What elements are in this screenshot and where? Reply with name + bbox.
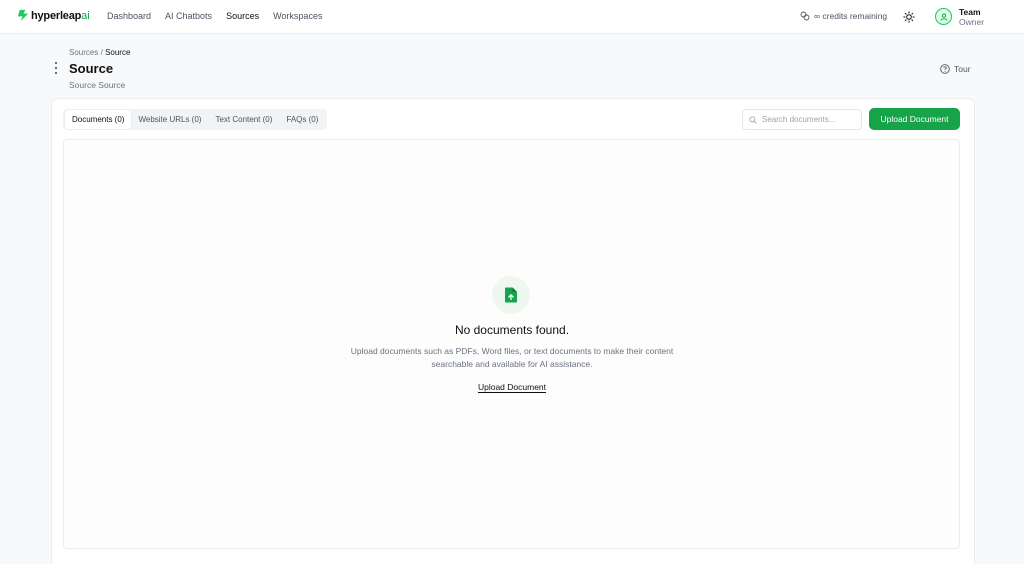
- page-title: Source: [69, 61, 114, 76]
- tab-website-urls[interactable]: Website URLs (0): [131, 110, 208, 129]
- top-navbar: hyperleap ai Dashboard AI Chatbots Source…: [0, 0, 1024, 34]
- brand-suffix: ai: [81, 9, 90, 22]
- tour-button[interactable]: Tour: [940, 64, 971, 74]
- hyperleap-logo-icon: [17, 9, 29, 22]
- user-role: Owner: [959, 17, 985, 27]
- tab-text-content[interactable]: Text Content (0): [208, 110, 279, 129]
- brand-logo[interactable]: hyperleap ai: [17, 9, 90, 22]
- coins-icon: [800, 11, 810, 21]
- empty-state-action: Upload Document: [0, 382, 1024, 392]
- search-input[interactable]: [762, 115, 857, 124]
- credits-indicator[interactable]: ∞ credits remaining: [800, 11, 887, 21]
- sun-icon[interactable]: [903, 11, 915, 23]
- search-box: [742, 109, 862, 130]
- empty-state-upload-link[interactable]: Upload Document: [478, 382, 546, 392]
- documents-panel: [63, 139, 960, 549]
- file-upload-icon: [505, 287, 517, 303]
- breadcrumb-sources[interactable]: Sources: [69, 48, 98, 57]
- tour-label: Tour: [954, 64, 971, 74]
- user-avatar-icon: [940, 13, 947, 21]
- nav-sources[interactable]: Sources: [226, 11, 259, 21]
- nav-dashboard[interactable]: Dashboard: [107, 11, 151, 21]
- help-circle-icon: [940, 64, 950, 74]
- tab-faqs[interactable]: FAQs (0): [279, 110, 325, 129]
- empty-state-description: Upload documents such as PDFs, Word file…: [350, 346, 674, 369]
- user-menu[interactable]: Team Owner: [959, 7, 984, 27]
- page-subtitle: Source Source: [69, 80, 126, 90]
- empty-state-icon-wrap: [492, 276, 530, 314]
- upload-document-button[interactable]: Upload Document: [869, 108, 960, 130]
- source-tabs: Documents (0) Website URLs (0) Text Cont…: [63, 109, 328, 130]
- breadcrumb-current: Source: [105, 48, 131, 57]
- breadcrumb: Sources / Source: [69, 48, 130, 57]
- tab-documents[interactable]: Documents (0): [65, 110, 132, 129]
- search-icon: [749, 115, 757, 124]
- more-options-icon[interactable]: [54, 62, 58, 74]
- breadcrumb-separator: /: [100, 48, 103, 57]
- nav-workspaces[interactable]: Workspaces: [273, 11, 322, 21]
- credits-label: ∞ credits remaining: [814, 11, 888, 21]
- empty-state-title: No documents found.: [454, 323, 570, 337]
- brand-name: hyperleap: [31, 9, 82, 22]
- nav-ai-chatbots[interactable]: AI Chatbots: [165, 11, 212, 21]
- main-nav: Dashboard AI Chatbots Sources Workspaces: [107, 11, 322, 21]
- avatar[interactable]: [935, 8, 952, 25]
- user-name: Team: [959, 7, 981, 17]
